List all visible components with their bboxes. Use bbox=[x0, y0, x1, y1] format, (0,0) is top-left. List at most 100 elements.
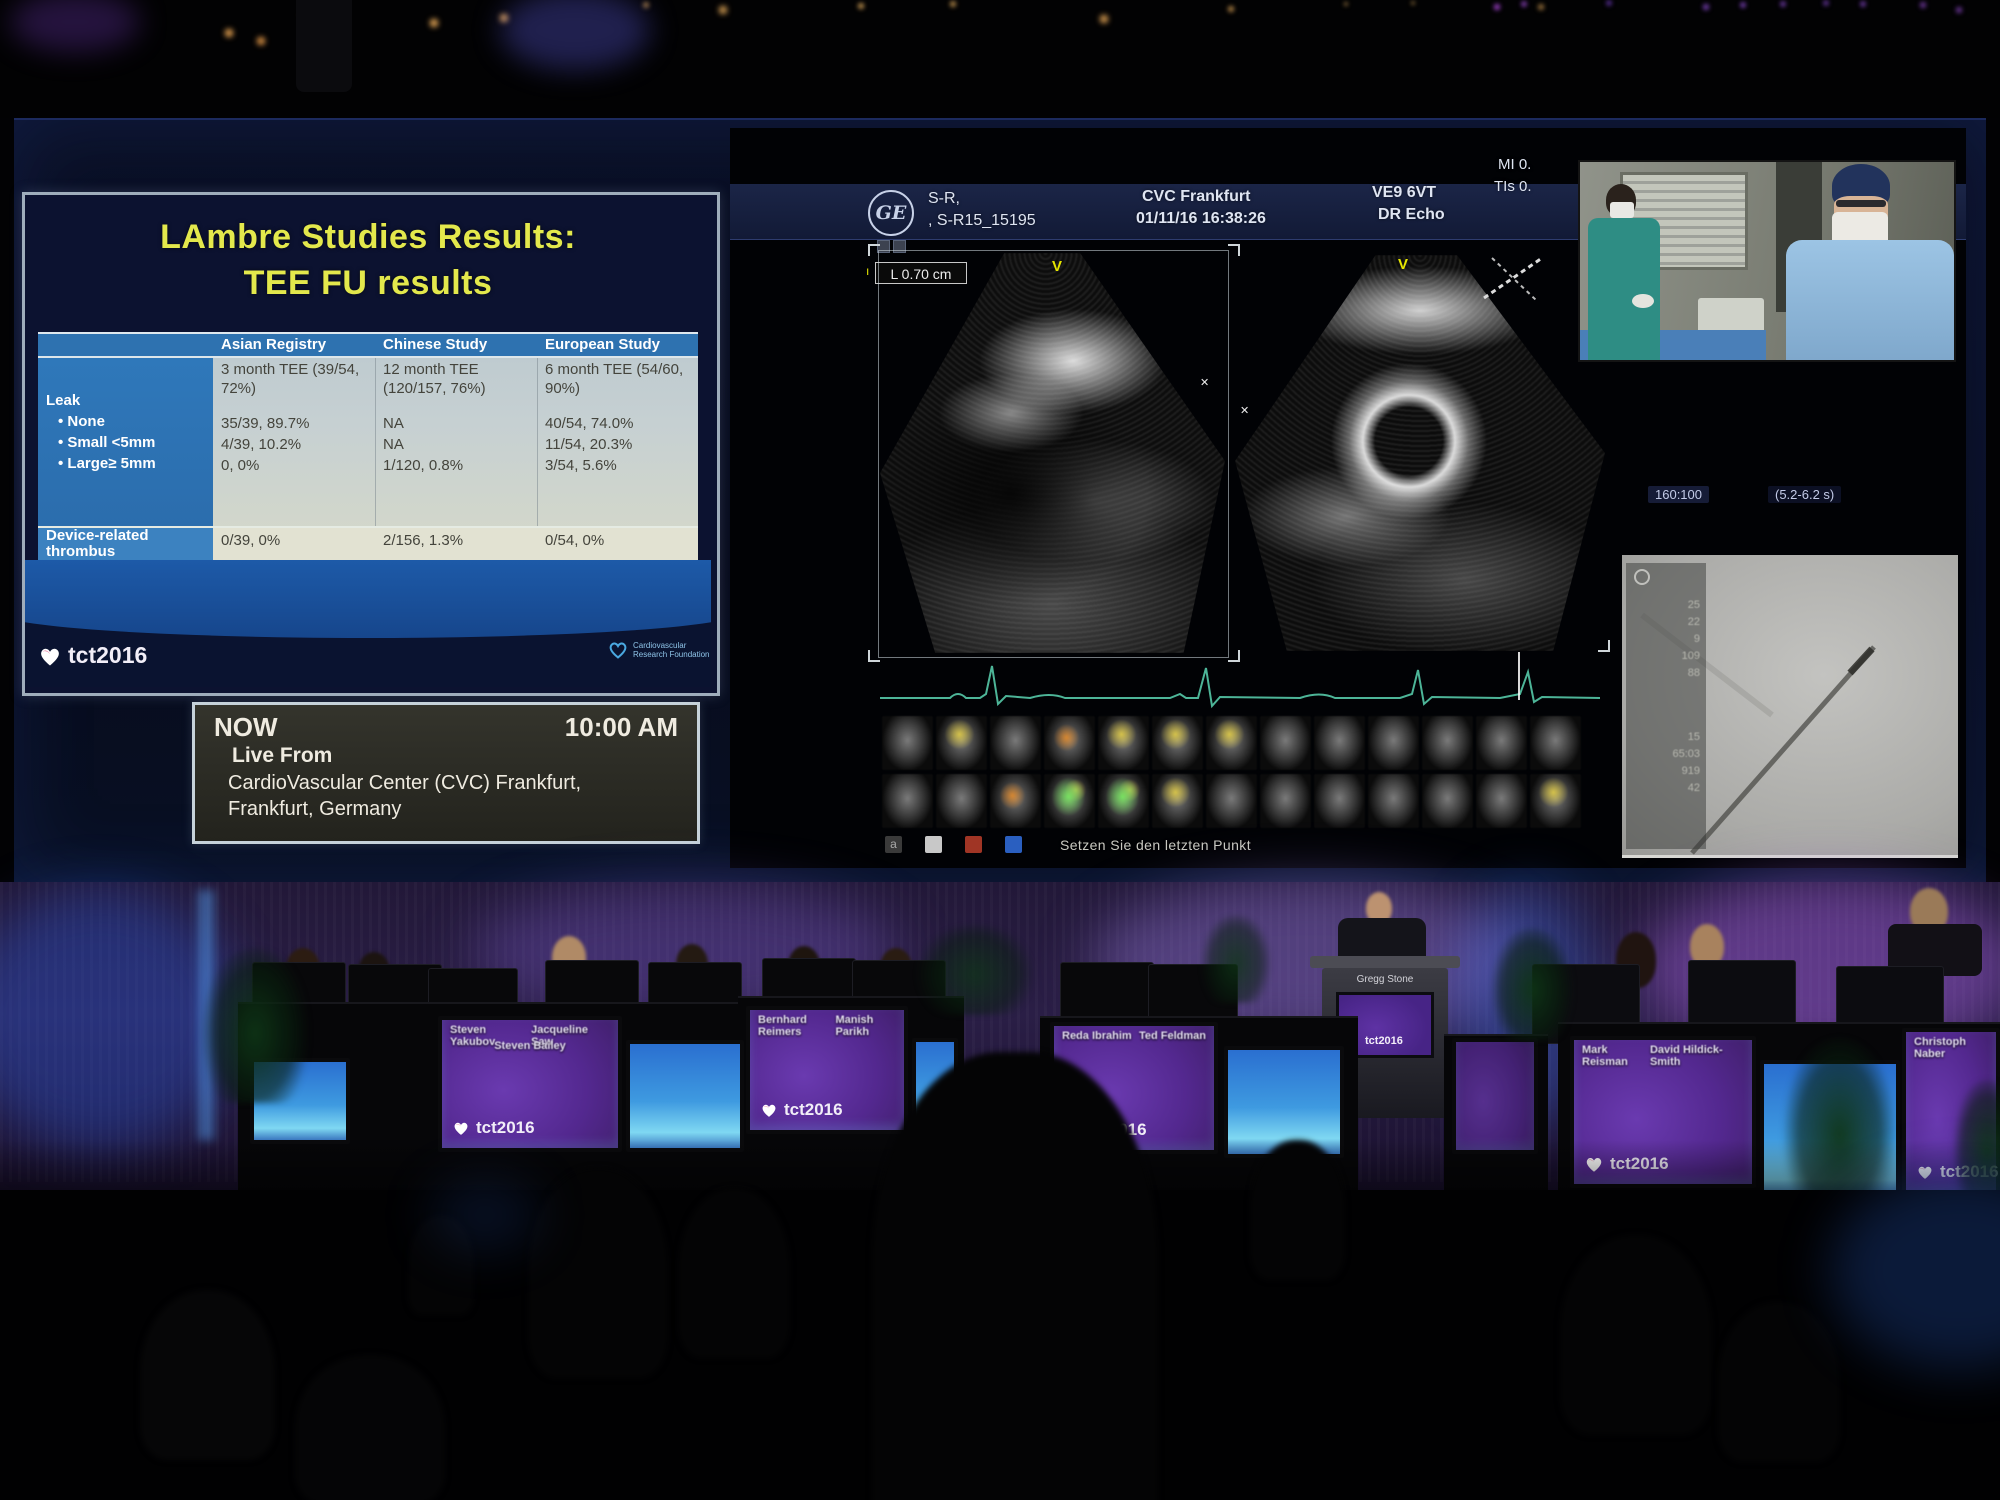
echo-mode: DR Echo bbox=[1378, 206, 1445, 224]
tct-logo-text: tct2016 bbox=[1365, 1035, 1403, 1047]
panelist-name: Manish Parikh bbox=[835, 1014, 896, 1038]
panelist-name: David Hildick-Smith bbox=[1650, 1044, 1744, 1068]
surgeon1-scrubs bbox=[1588, 218, 1660, 360]
cell-thrombus-european: 0/54, 0% bbox=[545, 531, 604, 550]
echo-thumbnail bbox=[1314, 774, 1365, 828]
slide-title-line2: TEE FU results bbox=[30, 264, 706, 303]
cell-timing-chinese: 12 month TEE (120/157, 76%) bbox=[383, 360, 531, 398]
audience-head-silhouette bbox=[1718, 1302, 1840, 1462]
gain-readout: 160:100 bbox=[1648, 486, 1709, 503]
tct-logo-text: tct2016 bbox=[784, 1100, 843, 1120]
corner-bracket bbox=[1598, 640, 1610, 652]
echo-thumbnail bbox=[936, 774, 987, 828]
echo-thumbnail bbox=[1422, 774, 1473, 828]
corner-bracket bbox=[1228, 244, 1240, 256]
ceiling-truss-silhouette bbox=[296, 0, 352, 92]
plant bbox=[200, 948, 310, 1103]
status-icon-red bbox=[965, 836, 982, 853]
echo-thumbnail bbox=[1098, 774, 1149, 828]
fluoro-data-panel: 2522910988 1565:0391942 bbox=[1626, 563, 1706, 849]
fluoro-readings-bottom: 1565:0391942 bbox=[1672, 729, 1700, 797]
fluoro-reading: 65:03 bbox=[1672, 746, 1700, 763]
panelist-name: Ted Feldman bbox=[1139, 1030, 1206, 1042]
crf-logo: Cardiovascular Research Foundation bbox=[608, 640, 710, 659]
echo-thumbnail bbox=[1530, 716, 1581, 770]
row-label-large: Large≥ 5mm bbox=[58, 455, 156, 472]
row-label-leak: Leak bbox=[46, 392, 80, 409]
cell-thrombus-asian: 0/39, 0% bbox=[221, 531, 280, 550]
cell-small-asian: 4/39, 10.2% bbox=[221, 435, 301, 454]
nameplate-row: Reda Ibrahim Ted Feldman bbox=[1054, 1026, 1214, 1046]
echo-thumbnail bbox=[1368, 716, 1419, 770]
echo-patient-id2: , S-R15_15195 bbox=[928, 212, 1036, 230]
echo-thumbnail bbox=[1476, 716, 1527, 770]
row-label-small: Small <5mm bbox=[58, 434, 155, 451]
surgeon2-glasses bbox=[1836, 200, 1886, 207]
v-marker-left: V bbox=[1052, 258, 1062, 275]
now-label: NOW bbox=[214, 712, 278, 743]
echo-thumbnail bbox=[1044, 774, 1095, 828]
cell-timing-european: 6 month TEE (54/60, 90%) bbox=[545, 360, 693, 398]
status-icon-shirt bbox=[925, 836, 942, 853]
echo-thumbnail bbox=[1044, 716, 1095, 770]
echo-thumbnail bbox=[882, 716, 933, 770]
tct-logo-text: tct2016 bbox=[476, 1118, 535, 1138]
ge-logo: GE bbox=[868, 190, 914, 236]
cell-none-chinese: NA bbox=[383, 414, 404, 433]
cell-timing-asian: 3 month TEE (39/54, 72%) bbox=[221, 360, 369, 398]
audience-head-silhouette bbox=[678, 1188, 790, 1358]
corner-bracket bbox=[868, 244, 880, 256]
echo-thumbnail bbox=[990, 716, 1041, 770]
panelist-name: Mark Reisman bbox=[1582, 1044, 1650, 1068]
tct2016-logo: tct2016 bbox=[760, 1100, 843, 1120]
echo-status-message: Setzen Sie den letzten Punkt bbox=[1060, 837, 1251, 853]
row-label-none: None bbox=[58, 413, 105, 430]
surgeon2-gown bbox=[1786, 240, 1954, 360]
echo-thumbnail bbox=[1314, 716, 1365, 770]
fluoro-reading: 42 bbox=[1672, 780, 1700, 797]
row-label-thrombus-2: thrombus bbox=[46, 543, 115, 560]
caliper-mark: ✕ bbox=[1240, 404, 1249, 417]
surgeon1-glove bbox=[1632, 294, 1654, 308]
echo-thumbnail bbox=[1530, 774, 1581, 828]
fluoro-panel-icon bbox=[1634, 569, 1650, 585]
podium-nameplate: Gregg Stone bbox=[1322, 974, 1448, 985]
audience-head-silhouette bbox=[1560, 1235, 1712, 1435]
venue-line1: CardioVascular Center (CVC) Frankfurt, bbox=[228, 772, 581, 795]
measure-tick: ı bbox=[866, 264, 869, 278]
tct-logo-text: tct2016 bbox=[68, 642, 147, 669]
venue-line2: Frankfurt, Germany bbox=[228, 798, 401, 821]
ecg-cursor bbox=[1518, 652, 1520, 700]
panelist-name: Steven Bailey bbox=[442, 1040, 618, 1052]
caliper-mark: ✕ bbox=[1200, 376, 1209, 389]
nameplate-row: Christoph Naber bbox=[1906, 1032, 1996, 1064]
echo-mi-value: MI 0. bbox=[1498, 156, 1531, 173]
col-header-chinese: Chinese Study bbox=[383, 336, 487, 353]
plant bbox=[915, 925, 1035, 1015]
cell-small-chinese: NA bbox=[383, 435, 404, 454]
ceiling-spotlights-purple bbox=[0, 0, 2, 2]
echo-thumbnail-row bbox=[882, 774, 1588, 828]
fluoro-reading: 919 bbox=[1672, 763, 1700, 780]
panelist-name: Bernhard Reimers bbox=[758, 1014, 835, 1038]
tct-heart-icon bbox=[38, 645, 62, 667]
nameplate-row: Bernhard Reimers Manish Parikh bbox=[750, 1010, 904, 1042]
fluoroscopy-panel: 2522910988 1565:0391942 bbox=[1622, 555, 1958, 858]
fluoro-reading: 15 bbox=[1672, 729, 1700, 746]
echo-thumbnail bbox=[936, 716, 987, 770]
desk-screen-blue bbox=[626, 1040, 744, 1152]
echo-site: CVC Frankfurt bbox=[1142, 188, 1250, 206]
col-header-european: European Study bbox=[545, 336, 660, 353]
roi-rectangle bbox=[878, 250, 1229, 658]
podium-top bbox=[1310, 956, 1460, 968]
interval-readout: (5.2-6.2 s) bbox=[1768, 486, 1841, 503]
fluoro-reading: 25 bbox=[1682, 597, 1700, 614]
echo-datetime: 01/11/16 16:38:26 bbox=[1136, 210, 1266, 228]
corner-bracket bbox=[868, 650, 880, 662]
v-marker-right: V bbox=[1398, 256, 1408, 273]
cell-large-european: 3/54, 5.6% bbox=[545, 456, 617, 475]
panelist-name: Christoph Naber bbox=[1914, 1036, 1988, 1060]
echo-thumbnail bbox=[1260, 716, 1311, 770]
echo-thumbnail bbox=[1260, 774, 1311, 828]
tct-heart-icon bbox=[760, 1102, 778, 1118]
